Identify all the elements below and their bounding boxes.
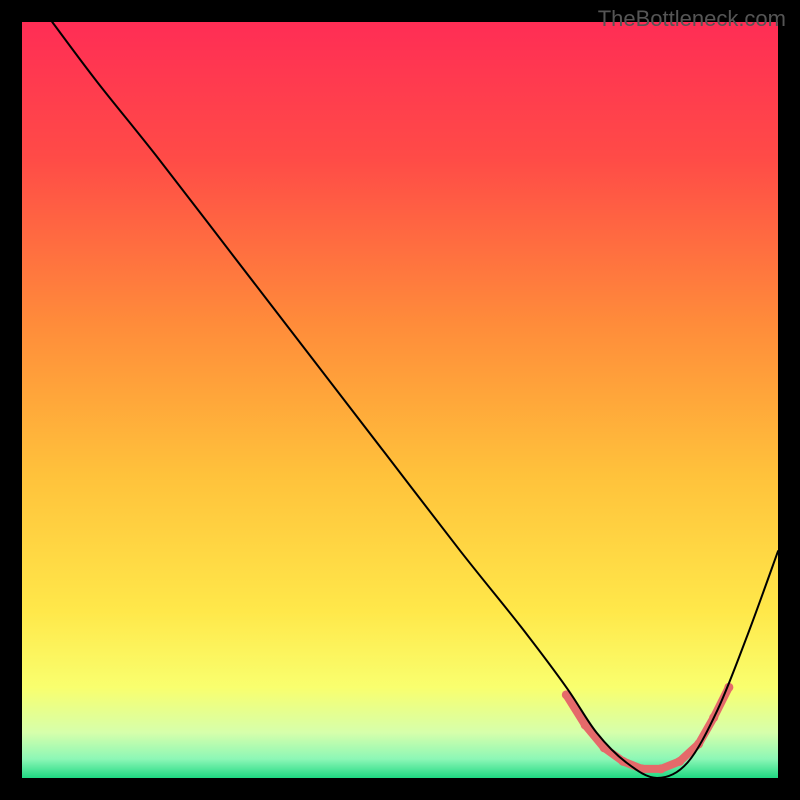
highlight-dot — [656, 764, 665, 773]
plot-background — [22, 22, 778, 778]
bottleneck-chart: TheBottleneck.com — [0, 0, 800, 800]
chart-svg — [0, 0, 800, 800]
highlight-dot — [675, 757, 684, 766]
